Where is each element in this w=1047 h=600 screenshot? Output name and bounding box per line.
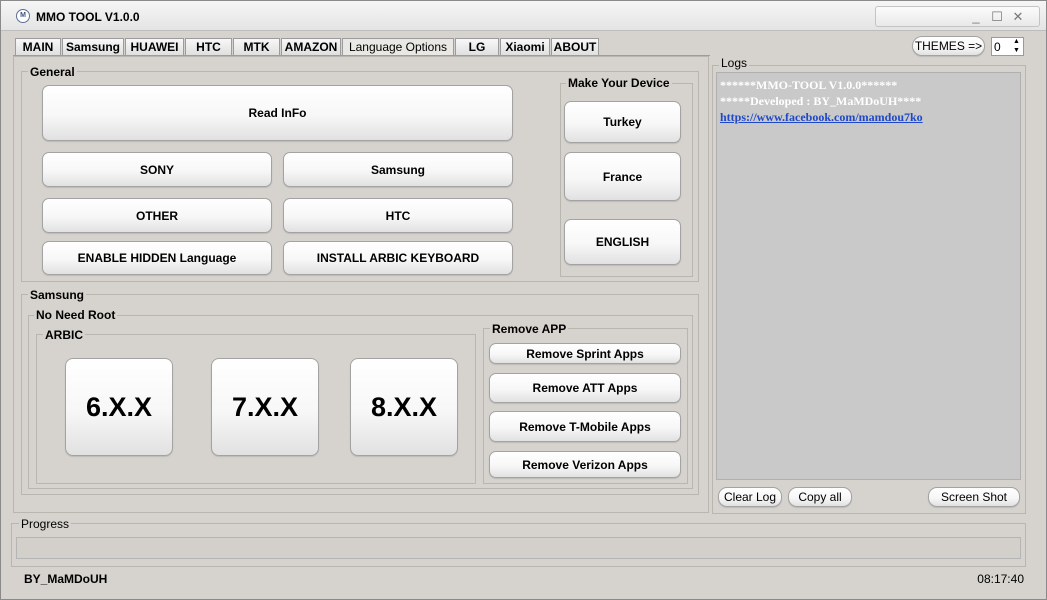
app-window: M MMO TOOL V1.0.0 _ ☐ ✕ MAIN Samsung HUA… [0,0,1047,600]
log-output[interactable]: ******MMO-TOOL V1.0.0****** *****Develop… [716,72,1021,480]
minimize-icon[interactable]: _ [968,9,984,25]
progress-label: Progress [19,517,72,531]
title-bar: M MMO TOOL V1.0.0 _ ☐ ✕ [1,1,1046,31]
theme-spinner[interactable]: 0 ▲ ▼ [991,37,1024,56]
tab-huawei[interactable]: HUAWEI [125,38,184,56]
tab-xiaomi[interactable]: Xiaomi [500,38,550,56]
arabic-8xx-button[interactable]: 8.X.X [350,358,458,456]
tab-language-options[interactable]: Language Options [342,38,454,56]
tab-lg[interactable]: LG [455,38,499,56]
remove-tmobile-button[interactable]: Remove T-Mobile Apps [489,411,681,442]
copy-all-button[interactable]: Copy all [788,487,852,507]
turkey-button[interactable]: Turkey [564,101,681,143]
tab-amazon[interactable]: AMAZON [281,38,341,56]
france-button[interactable]: France [564,152,681,201]
samsung-button[interactable]: Samsung [283,152,513,187]
tab-main[interactable]: MAIN [15,38,61,56]
arabic-7xx-button[interactable]: 7.X.X [211,358,319,456]
enable-hidden-language-button[interactable]: ENABLE HIDDEN Language [42,241,272,275]
tab-mtk[interactable]: MTK [233,38,280,56]
no-root-label: No Need Root [34,308,118,322]
english-button[interactable]: ENGLISH [564,219,681,265]
remove-app-label: Remove APP [490,322,569,336]
remove-verizon-button[interactable]: Remove Verizon Apps [489,451,681,478]
tab-samsung[interactable]: Samsung [62,38,124,56]
install-arabic-keyboard-button[interactable]: INSTALL ARBIC KEYBOARD [283,241,513,275]
window-title: MMO TOOL V1.0.0 [36,10,140,24]
remove-att-button[interactable]: Remove ATT Apps [489,373,681,403]
clear-log-button[interactable]: Clear Log [718,487,782,507]
log-line-developer: *****Developed : BY_MaMDoUH**** [720,94,922,108]
arabic-label: ARBIC [43,328,85,342]
other-button[interactable]: OTHER [42,198,272,233]
read-info-button[interactable]: Read InFo [42,85,513,141]
samsung-label: Samsung [28,288,87,302]
tab-about[interactable]: ABOUT [551,38,599,56]
window-controls: _ ☐ ✕ [875,6,1040,27]
progress-bar [16,537,1021,559]
facebook-link[interactable]: https://www.facebook.com/mamdou7ko [720,109,1017,125]
remove-sprint-button[interactable]: Remove Sprint Apps [489,343,681,364]
themes-button[interactable]: THEMES => [912,36,985,56]
status-time: 08:17:40 [977,572,1024,586]
spinner-down-icon[interactable]: ▼ [1011,47,1022,55]
app-logo-icon: M [16,9,30,23]
general-label: General [28,65,77,79]
status-author: BY_MaMDoUH [24,572,108,586]
theme-spinner-value: 0 [994,40,1001,54]
arabic-6xx-button[interactable]: 6.X.X [65,358,173,456]
log-line-title: ******MMO-TOOL V1.0.0****** [720,78,898,92]
close-icon[interactable]: ✕ [1010,9,1026,25]
sony-button[interactable]: SONY [42,152,272,187]
screen-shot-button[interactable]: Screen Shot [928,487,1020,507]
logs-label: Logs [719,56,750,70]
spinner-up-icon[interactable]: ▲ [1011,38,1022,46]
tab-htc[interactable]: HTC [185,38,232,56]
make-device-label: Make Your Device [566,76,672,90]
htc-button[interactable]: HTC [283,198,513,233]
maximize-icon[interactable]: ☐ [989,9,1005,25]
